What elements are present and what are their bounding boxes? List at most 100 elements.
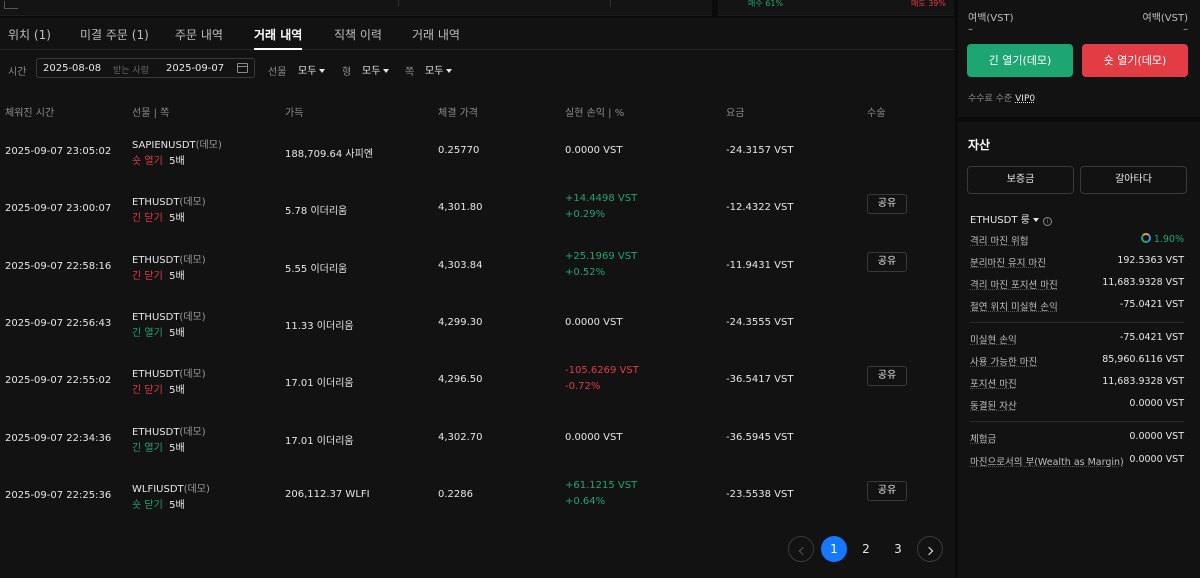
tab-position-history[interactable]: 직책 이력 <box>334 26 382 43</box>
side-leverage: 긴 열기 5배 <box>132 439 185 454</box>
info-icon[interactable]: i <box>1042 217 1052 226</box>
table-row: 2025-09-07 22:25:36 WLFIUSDT(데모) 숏 닫기 5배 20… <box>0 476 955 533</box>
demo-tag: (데모) <box>195 140 222 151</box>
divider <box>970 322 1184 323</box>
tab-transaction-history[interactable]: 거래 내역 <box>412 26 460 43</box>
symbol: ETHUSDT(데모) <box>132 308 206 323</box>
col-quantity: 가득 <box>285 108 304 119</box>
realized-pnl: +61.1215 VST <box>565 479 638 491</box>
leverage: 5배 <box>169 270 185 282</box>
realized-pnl-percent: +0.29% <box>565 209 606 221</box>
col-fill-price: 체결 가격 <box>438 108 478 119</box>
side: 긴 열기 <box>132 442 163 454</box>
type-filter-value: 모두 <box>362 66 381 77</box>
quantity: 206,112.37 WLFI <box>285 488 370 500</box>
table-row: 2025-09-07 23:05:02 SAPIENUSDT(데모) 숏 열기 5배… <box>0 132 955 189</box>
fee: -11.9431 VST <box>726 259 794 271</box>
date-range-picker[interactable]: 2025-08-08 받는 사람 2025-09-07 <box>36 58 255 78</box>
realized-pnl: +25.1969 VST <box>565 250 638 262</box>
metric-value: -75.0421 VST <box>1119 299 1184 310</box>
side: 긴 닫기 <box>132 385 163 397</box>
calendar-icon[interactable] <box>237 63 248 73</box>
metric-value: -75.0421 VST <box>1119 332 1184 343</box>
col-futures-side: 선물 | 쪽 <box>132 108 170 119</box>
fill-price: 4,301.80 <box>438 202 483 214</box>
metric-label: 격리 마진 포지션 마진 <box>970 280 1058 291</box>
type-filter-select[interactable]: 모두 <box>362 62 390 77</box>
open-short-button[interactable]: 숏 열기(데모) <box>1082 44 1188 77</box>
share-button[interactable]: 공유 <box>867 251 907 272</box>
fill-time: 2025-09-07 22:58:16 <box>5 260 112 272</box>
symbol: WLFIUSDT(데모) <box>132 480 210 495</box>
fill-price: 4,296.50 <box>438 374 483 386</box>
tab-order-history[interactable]: 주문 내역 <box>175 26 223 43</box>
date-to[interactable]: 2025-09-07 <box>166 63 224 74</box>
next-page-button[interactable] <box>917 536 943 562</box>
tab-open-orders[interactable]: 미결 주문 (1) <box>80 26 149 43</box>
date-separator: 받는 사람 <box>113 66 149 76</box>
fee: -12.4322 VST <box>726 202 794 214</box>
page-1-button[interactable]: 1 <box>821 536 847 562</box>
realized-pnl: -105.6269 VST <box>565 365 639 377</box>
side-filter-select[interactable]: 모두 <box>425 62 453 77</box>
fee: -24.3157 VST <box>726 145 794 156</box>
fee: -24.3555 VST <box>726 316 794 328</box>
fill-time: 2025-09-07 22:25:36 <box>5 489 112 501</box>
metric-value: 85,960.6116 VST <box>1102 354 1184 365</box>
table-row: 2025-09-07 22:55:02 ETHUSDT(데모) 긴 닫기 5배 17.… <box>0 361 955 418</box>
fill-price: 0.25770 <box>438 145 480 156</box>
col-action: 수술 <box>867 108 886 119</box>
metric-row: 분리마진 유지 마진 192.5363 VST <box>970 255 1184 269</box>
table-header: 체워진 시간 선물 | 쪽 가득 체결 가격 실현 손익 | % 요금 수술 <box>0 104 955 119</box>
col-realized-pnl: 실현 손익 | % <box>565 108 625 119</box>
side: 긴 닫기 <box>132 270 163 282</box>
side-filter-label: 쪽 <box>405 67 415 78</box>
date-from[interactable]: 2025-08-08 <box>43 63 101 74</box>
side: 숏 닫기 <box>132 499 163 511</box>
table-row: 2025-09-07 23:00:07 ETHUSDT(데모) 긴 닫기 5배 5.7… <box>0 189 955 246</box>
col-fill-time: 체워진 시간 <box>5 108 55 119</box>
page-3-button[interactable]: 3 <box>885 536 911 562</box>
demo-tag: (데모) <box>179 311 206 323</box>
risk-value: 1.90% <box>1153 234 1184 245</box>
side-leverage: 숏 열기 5배 <box>132 152 185 167</box>
prev-page-button[interactable] <box>788 536 814 562</box>
share-button[interactable]: 공유 <box>867 366 907 387</box>
open-long-button[interactable]: 긴 열기(데모) <box>967 44 1073 77</box>
fill-time: 2025-09-07 22:34:36 <box>5 432 112 444</box>
fee: -36.5417 VST <box>726 374 794 386</box>
fee-tier-value[interactable]: VIP0 <box>1015 94 1035 104</box>
metric-row: 격리 마진 위험 1.90% <box>970 233 1184 247</box>
side-leverage: 긴 닫기 5배 <box>132 381 185 396</box>
transfer-button[interactable]: 갈아타다 <box>1080 166 1187 194</box>
metric-row: 마진으로서의 부(Wealth as Margin) 0.0000 VST <box>970 454 1184 468</box>
share-button[interactable]: 공유 <box>867 194 907 215</box>
trade-history-panel: 위치 (1) 미결 주문 (1) 주문 내역 거래 내역 직책 이력 거래 내역… <box>0 18 955 578</box>
metric-label: 분리마진 유지 마진 <box>970 258 1046 269</box>
leverage: 5배 <box>169 442 185 454</box>
tab-trade-history[interactable]: 거래 내역 <box>254 26 302 43</box>
caret-down-icon <box>319 69 326 73</box>
table-row: 2025-09-07 22:34:36 ETHUSDT(데모) 긴 열기 5배 17.… <box>0 419 955 476</box>
symbol: SAPIENUSDT(데모) <box>132 136 222 151</box>
realized-pnl: 0.0000 VST <box>565 431 623 443</box>
active-tab-underline <box>254 48 302 50</box>
realized-pnl: 0.0000 VST <box>565 316 623 328</box>
metric-label: 동결된 자산 <box>970 401 1017 412</box>
metric-value: 0.0000 VST <box>1129 398 1184 409</box>
realized-pnl-percent: +0.52% <box>565 266 606 278</box>
fee: -36.5945 VST <box>726 431 794 443</box>
leverage: 5배 <box>169 385 185 397</box>
account-select[interactable]: ETHUSDT 룽 i <box>970 211 1052 226</box>
metric-row: 격리 마진 포지션 마진 11,683.9328 VST <box>970 277 1184 291</box>
deposit-button[interactable]: 보증금 <box>967 166 1074 194</box>
tab-positions[interactable]: 위치 (1) <box>8 26 51 43</box>
share-button[interactable]: 공유 <box>867 480 907 501</box>
leverage: 5배 <box>169 156 185 167</box>
type-filter-label: 형 <box>342 67 352 78</box>
page-2-button[interactable]: 2 <box>853 536 879 562</box>
side-leverage: 숏 닫기 5배 <box>132 496 185 511</box>
symbol: ETHUSDT(데모) <box>132 193 206 208</box>
futures-filter-select[interactable]: 모두 <box>298 62 326 77</box>
clipped-icon <box>4 1 18 9</box>
